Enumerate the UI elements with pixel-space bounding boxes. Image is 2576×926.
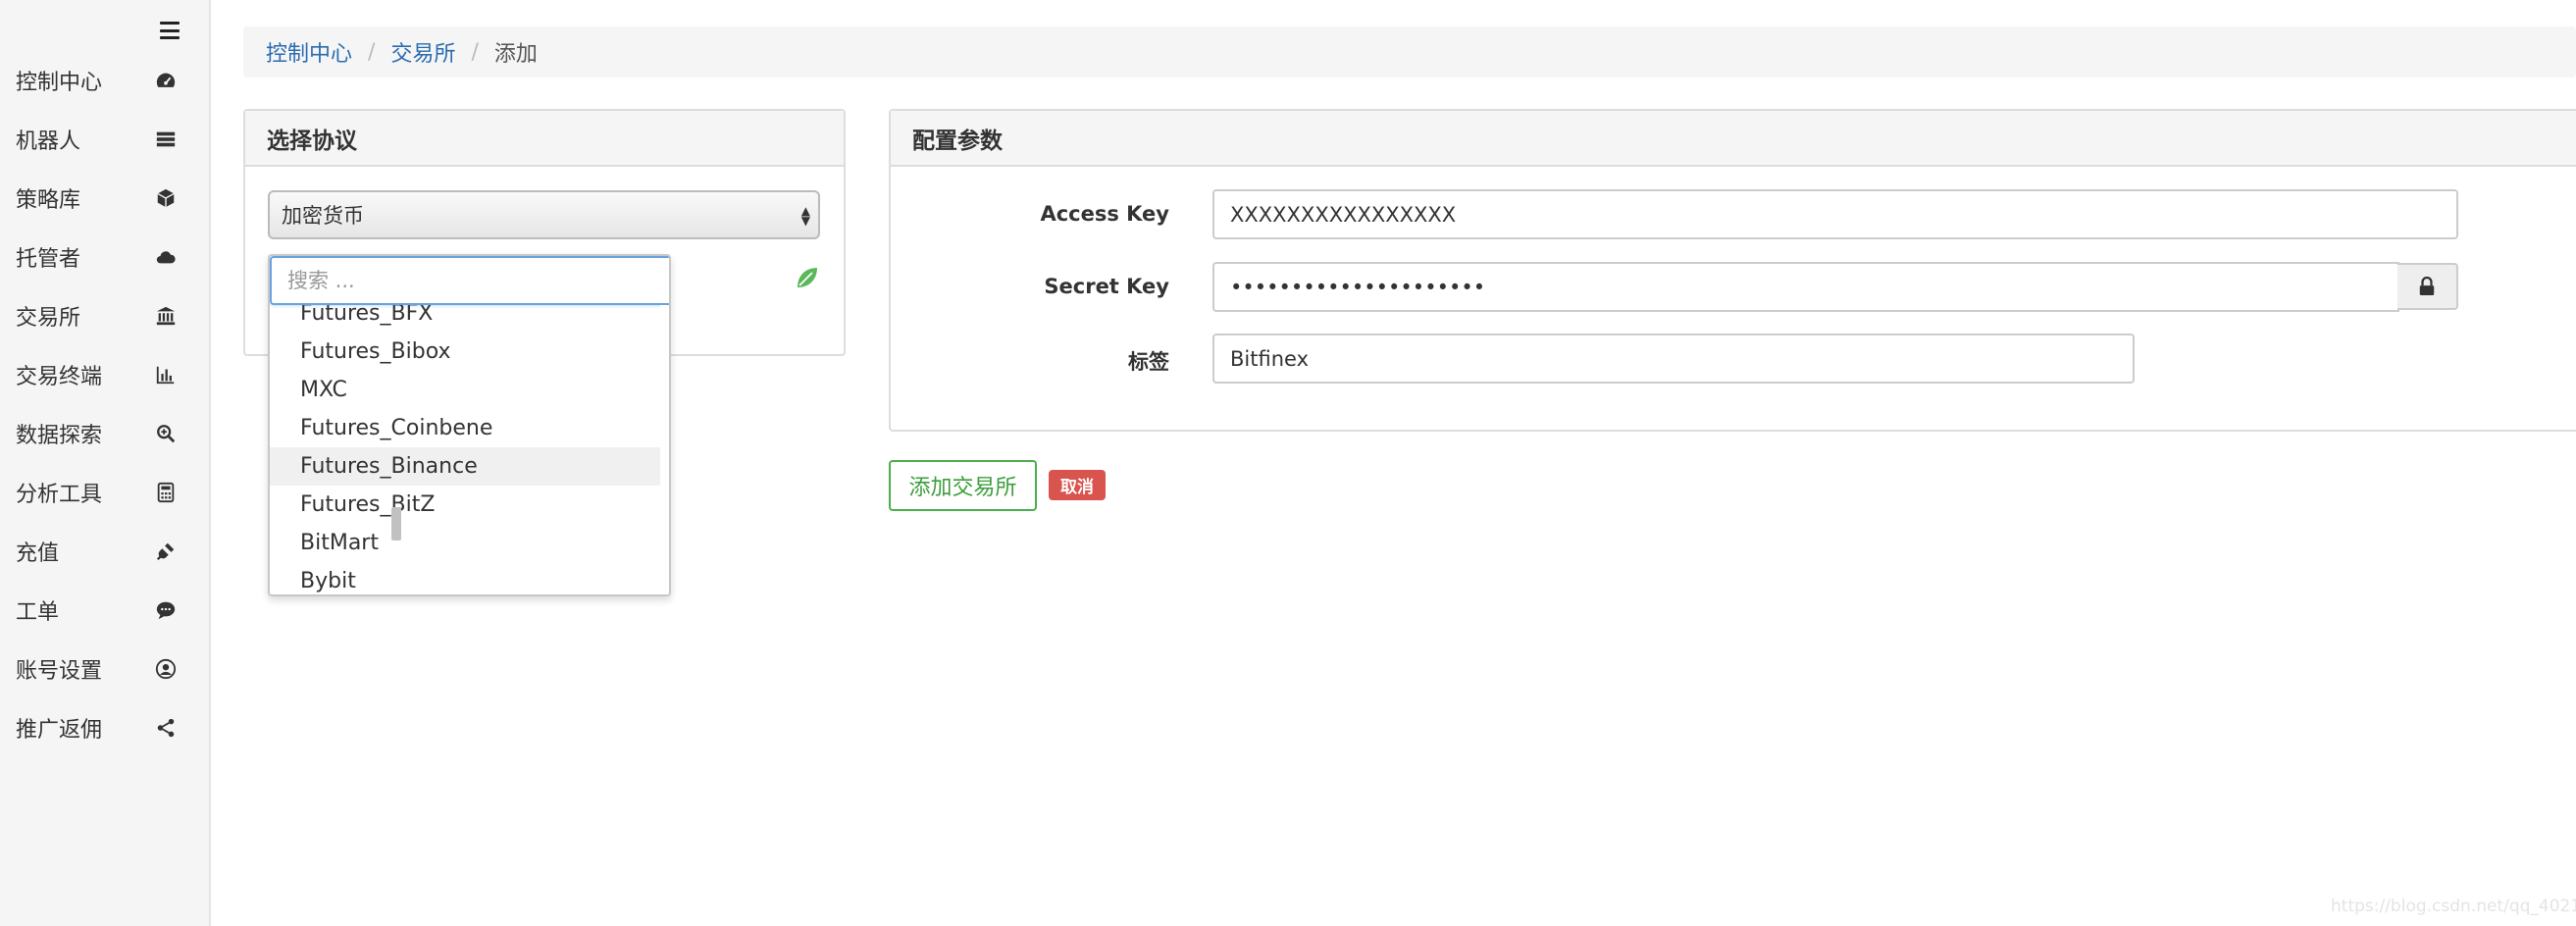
sidebar-item-account[interactable]: 账号设置 xyxy=(0,640,209,698)
calculator-icon xyxy=(154,481,178,504)
sidebar-item-data-explore[interactable]: 数据探索 xyxy=(0,404,209,463)
sidebar-item-label: 交易所 xyxy=(16,306,81,331)
watermark: https://blog.csdn.net/qq_40219350 xyxy=(2331,897,2576,916)
sidebar-item-label: 充值 xyxy=(16,541,60,566)
sidebar-item-analysis[interactable]: 分析工具 xyxy=(0,463,209,522)
sidebar-item-terminal[interactable]: 交易终端 xyxy=(0,345,209,404)
dashboard-icon xyxy=(154,69,178,92)
dropdown-scrollbar-track[interactable] xyxy=(660,305,669,594)
secret-key-label: Secret Key xyxy=(1044,275,1169,298)
sidebar-item-label: 工单 xyxy=(16,600,60,625)
protocol-select-value: 加密货币 xyxy=(282,204,364,228)
tag-input[interactable]: Bitfinex xyxy=(1212,334,2135,384)
sidebar-item-label: 托管者 xyxy=(16,247,81,272)
add-exchange-button[interactable]: 添加交易所 xyxy=(889,460,1037,511)
cancel-button[interactable]: 取消 xyxy=(1049,470,1106,500)
comment-icon xyxy=(154,598,178,622)
breadcrumb-separator: / xyxy=(368,39,376,65)
exchange-option[interactable]: Bybit xyxy=(270,562,660,594)
sidebar-item-docker[interactable]: 托管者 xyxy=(0,228,209,286)
exchange-option[interactable]: BitMart xyxy=(270,524,660,562)
sidebar-item-ticket[interactable]: 工单 xyxy=(0,581,209,640)
bar-chart-icon xyxy=(154,363,178,386)
sidebar-item-label: 交易终端 xyxy=(16,365,103,389)
sidebar-item-label: 数据探索 xyxy=(16,424,103,448)
sidebar: 控制中心 机器人 策略库 托管者 交易所 交易终端 数据探索 分析工具 充值 工… xyxy=(0,0,211,926)
access-key-input[interactable]: XXXXXXXXXXXXXXXX xyxy=(1212,189,2458,239)
sidebar-item-recharge[interactable]: 充值 xyxy=(0,522,209,581)
breadcrumb-exchange-link[interactable]: 交易所 xyxy=(390,36,455,68)
lock-icon xyxy=(2419,277,2435,295)
sidebar-item-strategy[interactable]: 策略库 xyxy=(0,169,209,228)
protocol-select[interactable]: 加密货币 ▲ ▼ xyxy=(268,190,820,239)
sidebar-item-label: 账号设置 xyxy=(16,659,103,684)
config-panel-title: 配置参数 xyxy=(891,111,2576,167)
sidebar-item-label: 分析工具 xyxy=(16,483,103,507)
tag-label: 标签 xyxy=(1128,350,1169,374)
protocol-panel-title: 选择协议 xyxy=(245,111,844,167)
sidebar-item-robot[interactable]: 机器人 xyxy=(0,110,209,169)
select-arrows-icon: ▲ ▼ xyxy=(800,204,810,228)
breadcrumb: 控制中心 / 交易所 / 添加 xyxy=(243,26,2576,77)
breadcrumb-current: 添加 xyxy=(493,42,538,67)
exchange-option[interactable]: Futures_BFX xyxy=(270,305,660,333)
exchange-option[interactable]: MXC xyxy=(270,371,660,409)
sidebar-item-label: 控制中心 xyxy=(16,71,103,95)
share-icon xyxy=(154,716,178,740)
exchange-option[interactable]: Futures_BitZ xyxy=(270,486,660,524)
access-key-label: Access Key xyxy=(1040,202,1169,226)
leaf-icon xyxy=(798,268,817,287)
exchange-option[interactable]: Futures_Bibox xyxy=(270,333,660,371)
breadcrumb-separator: / xyxy=(471,39,479,65)
exchange-options-list: Futures_BFX Futures_Bibox MXC Futures_Co… xyxy=(270,305,660,594)
sidebar-item-exchange[interactable]: 交易所 xyxy=(0,286,209,345)
sidebar-item-label: 机器人 xyxy=(16,129,81,154)
user-circle-icon xyxy=(154,657,178,681)
sidebar-item-dashboard[interactable]: 控制中心 xyxy=(0,51,209,110)
lock-button[interactable] xyxy=(2397,263,2458,310)
exchange-dropdown: Futures_BFX Futures_Bibox MXC Futures_Co… xyxy=(268,254,671,596)
sidebar-item-label: 推广返佣 xyxy=(16,718,103,743)
server-icon xyxy=(154,128,178,151)
magnify-icon xyxy=(154,422,178,445)
plug-icon xyxy=(154,540,178,563)
bank-icon xyxy=(154,304,178,328)
breadcrumb-home-link[interactable]: 控制中心 xyxy=(266,36,352,68)
hamburger-menu-icon[interactable] xyxy=(160,22,180,39)
cube-icon xyxy=(154,186,178,210)
exchange-search-input[interactable] xyxy=(270,256,669,305)
secret-key-input[interactable]: ••••••••••••••••••••• xyxy=(1212,262,2399,312)
exchange-option[interactable]: Futures_Coinbene xyxy=(270,409,660,447)
cloud-icon xyxy=(154,245,178,269)
sidebar-item-label: 策略库 xyxy=(16,188,81,213)
sidebar-item-referral[interactable]: 推广返佣 xyxy=(0,698,209,757)
exchange-option-highlighted[interactable]: Futures_Binance xyxy=(270,447,660,486)
dropdown-scrollbar-thumb[interactable] xyxy=(391,507,401,540)
